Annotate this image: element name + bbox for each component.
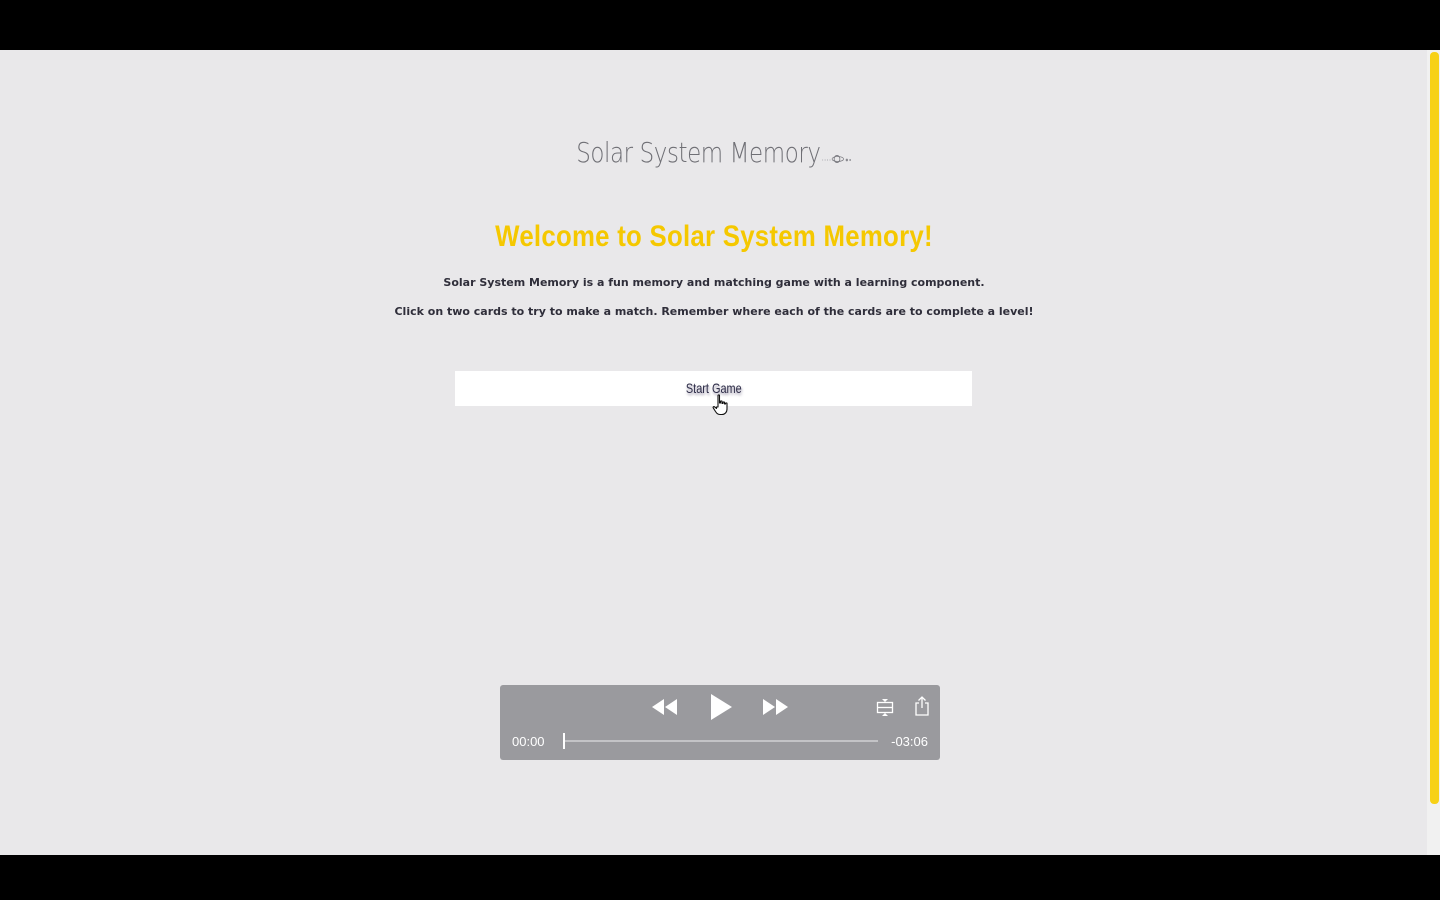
- intro-text: Solar System Memory is a fun memory and …: [443, 276, 985, 289]
- logo-text: Solar System Memory: [576, 136, 821, 169]
- instructions-text: Click on two cards to try to make a matc…: [394, 305, 1034, 318]
- progress-bar[interactable]: [563, 733, 878, 749]
- current-time: 00:00: [512, 734, 545, 749]
- site-logo[interactable]: Solar System Memory: [129, 136, 1300, 169]
- play-icon[interactable]: [709, 693, 733, 721]
- picture-in-picture-icon[interactable]: [875, 697, 895, 717]
- scrollbar-thumb[interactable]: [1430, 52, 1439, 804]
- video-player: 00:00 -03:06: [500, 685, 940, 760]
- letterbox-bottom: [0, 855, 1440, 900]
- rewind-icon[interactable]: [651, 697, 679, 717]
- fast-forward-icon[interactable]: [761, 697, 789, 717]
- progress-scrubber[interactable]: [563, 733, 565, 749]
- letterbox-top: [0, 0, 1440, 50]
- welcome-heading: Welcome to Solar System Memory!: [495, 220, 933, 253]
- share-icon[interactable]: [914, 695, 930, 717]
- remaining-time: -03:06: [891, 734, 928, 749]
- page: Solar System Memory Welcome to Solar Sys…: [0, 50, 1440, 855]
- hand-cursor-icon: [712, 394, 730, 416]
- orbit-icon: [822, 150, 852, 163]
